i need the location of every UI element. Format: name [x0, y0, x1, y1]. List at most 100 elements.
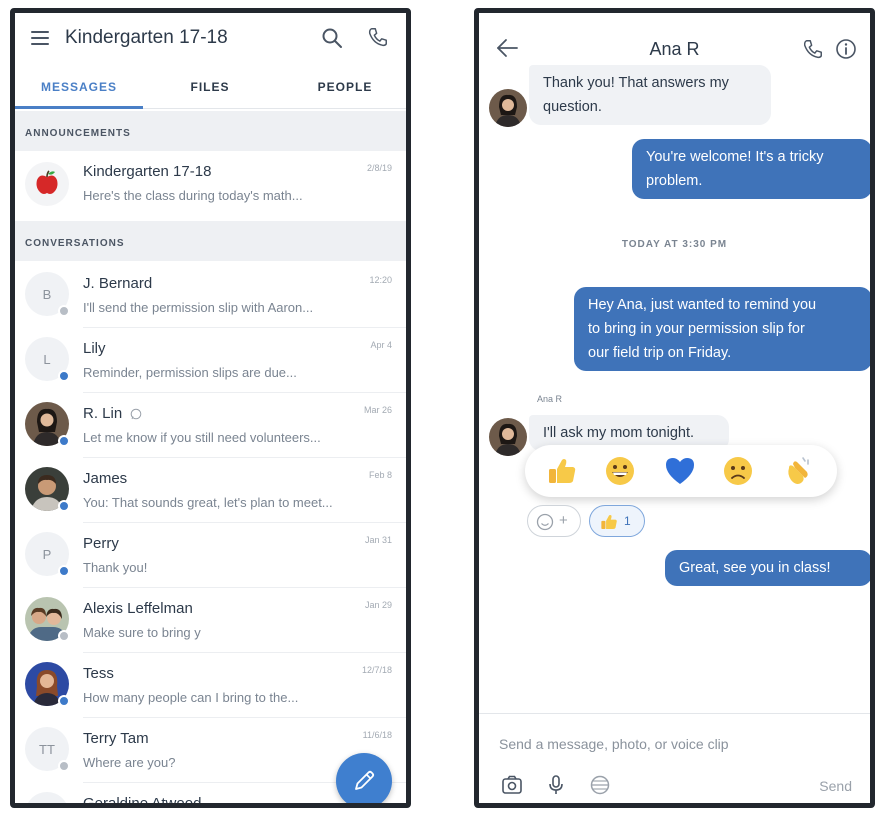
message-date: 11/6/18	[362, 730, 392, 740]
active-tab-indicator	[15, 106, 143, 109]
message-line: Hey Ana, just wanted to remind you	[588, 297, 817, 313]
search-icon[interactable]	[321, 27, 343, 49]
tab-messages[interactable]: MESSAGES	[15, 65, 143, 109]
conversation-row[interactable]: R. Lin Let me know if you still need vol…	[15, 393, 406, 458]
tab-files[interactable]: FILES	[165, 65, 255, 109]
status-dot	[58, 760, 70, 772]
smiley-icon	[536, 513, 554, 531]
tab-bar: MESSAGES FILES PEOPLE	[15, 65, 406, 109]
message-preview: You: That sounds great, let's plan to me…	[83, 495, 333, 510]
camera-icon[interactable]	[501, 774, 523, 796]
message-line: I'll ask my mom tonight.	[543, 425, 695, 441]
phone-icon[interactable]	[367, 26, 389, 48]
message-preview: Thank you!	[83, 560, 148, 575]
thumbs-up-icon	[601, 514, 617, 530]
thumbs-up-icon[interactable]	[545, 454, 579, 488]
plus-icon: +	[559, 512, 568, 529]
tab-people[interactable]: PEOPLE	[295, 65, 395, 109]
outgoing-message: Great, see you in class!	[665, 550, 870, 586]
announcements-header: ANNOUNCEMENTS	[15, 111, 406, 151]
message-date: Apr 4	[370, 340, 392, 350]
info-icon[interactable]	[835, 38, 857, 60]
status-dot	[58, 305, 70, 317]
whatsapp-icon	[131, 408, 142, 420]
compose-button[interactable]	[336, 753, 392, 803]
thumbs-up-reaction-chip[interactable]: 1	[589, 505, 645, 537]
conversation-row[interactable]: James You: That sounds great, let's plan…	[15, 458, 406, 523]
message-line: to bring in your permission slip for	[588, 321, 805, 337]
blue-heart-icon[interactable]	[663, 454, 697, 488]
message-line: Great, see you in class!	[679, 560, 831, 576]
incoming-message: Thank you! That answers my question.	[529, 65, 771, 125]
announcement-date: 2/8/19	[366, 163, 392, 173]
message-date: 12:20	[369, 275, 392, 285]
phone-icon[interactable]	[802, 38, 824, 60]
status-dot	[58, 370, 70, 382]
contact-name: R. Lin	[83, 405, 142, 422]
message-line: our field trip on Friday.	[588, 345, 732, 361]
outgoing-message: Hey Ana, just wanted to remind you to br…	[574, 287, 870, 371]
slightly-frowning-face-icon[interactable]	[721, 454, 755, 488]
globe-icon[interactable]	[589, 774, 611, 796]
message-line: Thank you! That answers my	[543, 75, 729, 91]
contact-name: Terry Tam	[83, 730, 149, 747]
message-date: Mar 26	[363, 405, 392, 415]
contact-name: Perry	[83, 535, 119, 552]
announcement-row[interactable]: Kindergarten 17-18 Here's the class duri…	[15, 151, 406, 219]
timestamp-divider: TODAY AT 3:30 PM	[621, 239, 728, 250]
status-dot	[58, 565, 70, 577]
status-dot	[58, 500, 70, 512]
message-preview: I'll send the permission slip with Aaron…	[83, 300, 314, 315]
status-dot	[58, 630, 70, 642]
chat-header: Ana R	[479, 13, 870, 71]
conversations-header: CONVERSATIONS	[15, 221, 406, 261]
message-line: question.	[543, 99, 602, 115]
message-preview: Let me know if you still need volunteers…	[83, 430, 321, 445]
avatar: GA	[25, 792, 69, 803]
sender-label: Ana R	[537, 394, 563, 404]
class-conversations-screen: Kindergarten 17-18 MESSAGES FILES PEOPLE…	[10, 8, 411, 808]
conversation-row[interactable]: L Lily Reminder, permission slips are du…	[15, 328, 406, 393]
contact-name: Geraldine Atwood	[83, 795, 202, 808]
status-dot	[58, 695, 70, 707]
message-line: You're welcome! It's a tricky	[646, 149, 824, 165]
reaction-count: 1	[624, 514, 631, 528]
message-preview: Make sure to bring y	[83, 625, 201, 640]
microphone-icon[interactable]	[545, 774, 567, 796]
menu-icon[interactable]	[31, 31, 49, 45]
conversation-row[interactable]: Alexis Leffelman Make sure to bring y Ja…	[15, 588, 406, 653]
contact-avatar	[489, 418, 527, 456]
message-input[interactable]	[499, 732, 849, 756]
outgoing-message: You're welcome! It's a tricky problem.	[632, 139, 870, 199]
conversation-row[interactable]: Tess How many people can I bring to the.…	[15, 653, 406, 718]
apple-icon	[25, 162, 69, 206]
announcement-title: Kindergarten 17-18	[83, 163, 212, 180]
app-header: Kindergarten 17-18	[15, 13, 406, 65]
contact-name: Lily	[83, 340, 106, 357]
conversation-row[interactable]: B J. Bernard I'll send the permission sl…	[15, 263, 406, 328]
chat-screen: Ana R Thank you! That answers my questio…	[474, 8, 875, 808]
contact-name: Tess	[83, 665, 114, 682]
message-preview: Where are you?	[83, 755, 176, 770]
message-date: 12/7/18	[361, 665, 392, 675]
clapping-hands-icon[interactable]	[781, 454, 815, 488]
contact-avatar	[489, 89, 527, 127]
message-preview: Reminder, permission slips are due...	[83, 365, 297, 380]
class-title: Kindergarten 17-18	[65, 27, 228, 48]
message-date: Jan 29	[364, 600, 392, 610]
contact-name: James	[83, 470, 128, 487]
grinning-face-icon[interactable]	[603, 454, 637, 488]
announcement-preview: Here's the class during today's math...	[83, 188, 303, 203]
reaction-picker	[525, 445, 837, 497]
status-dot	[58, 435, 70, 447]
add-reaction-button[interactable]: +	[527, 505, 581, 537]
pencil-icon	[355, 770, 375, 790]
message-date: Jan 31	[364, 535, 392, 545]
conversation-row[interactable]: P Perry Thank you! Jan 31	[15, 523, 406, 588]
message-line: problem.	[646, 173, 703, 189]
message-date: Feb 8	[368, 470, 392, 480]
contact-name: J. Bernard	[83, 275, 153, 292]
compose-bar: Send	[479, 713, 870, 803]
contact-name: Alexis Leffelman	[83, 600, 193, 617]
send-button[interactable]: Send	[819, 778, 852, 794]
